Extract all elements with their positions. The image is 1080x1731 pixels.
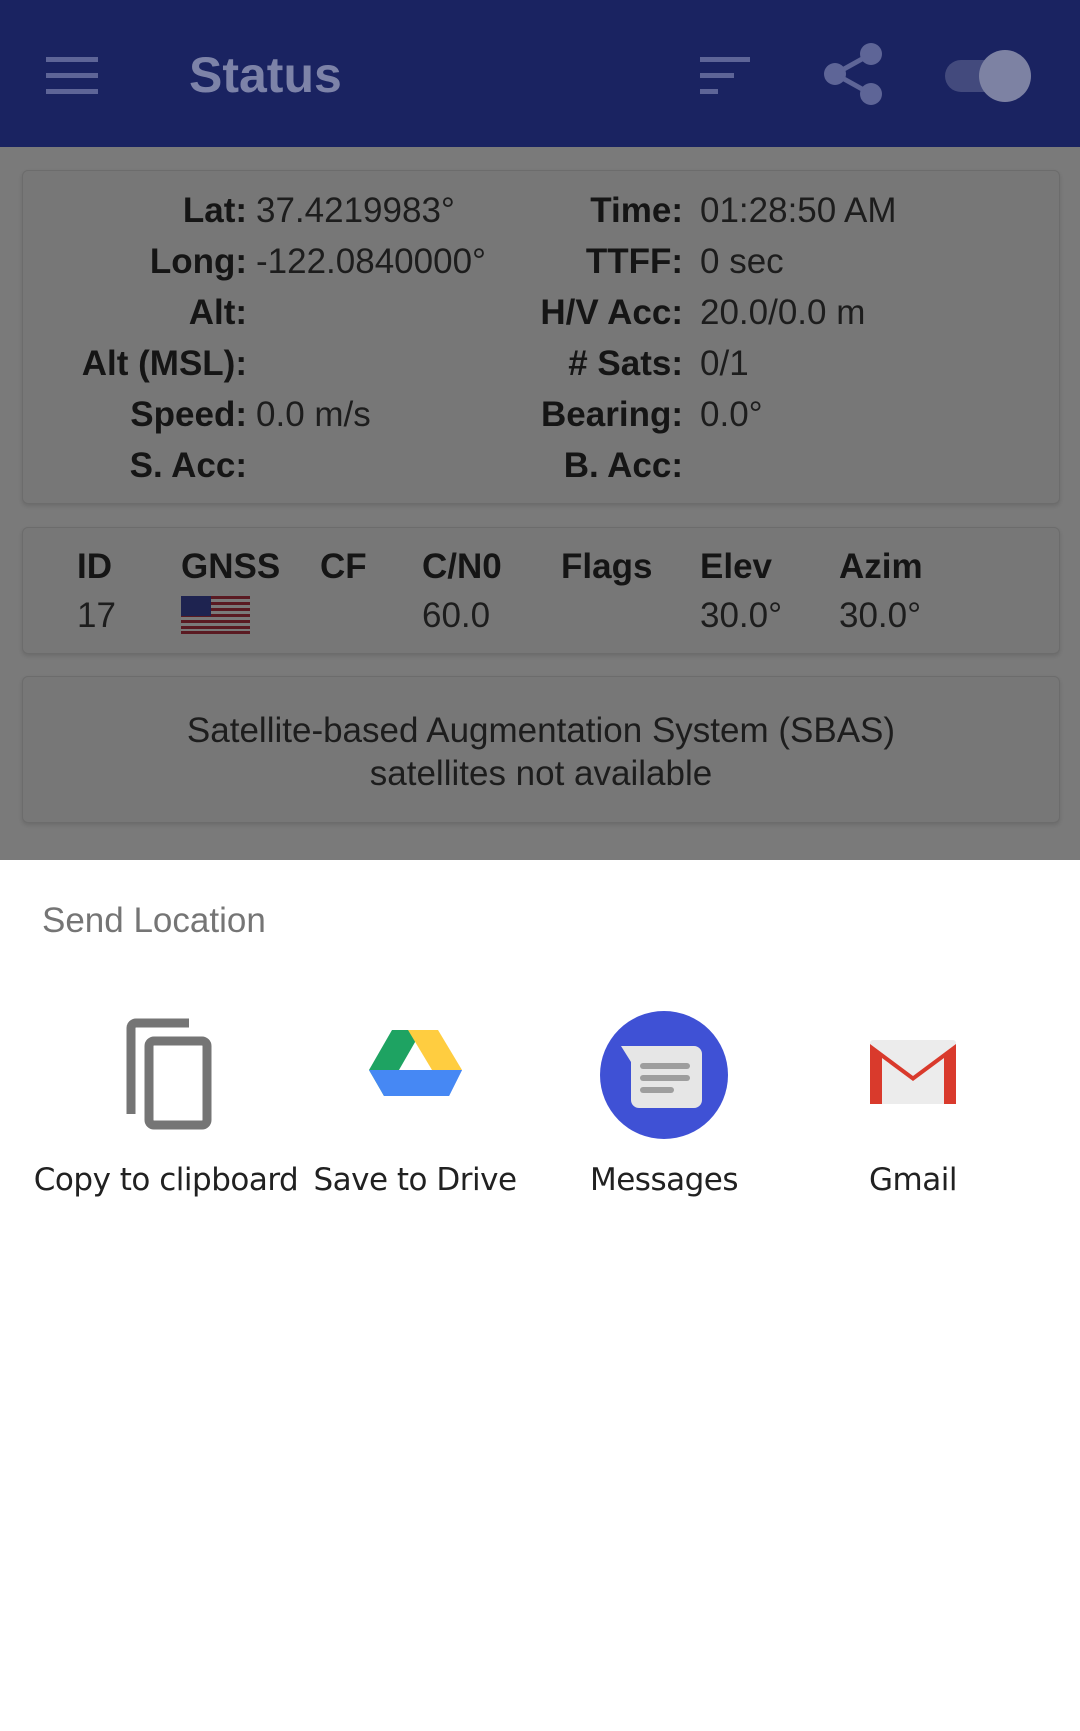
gmail-icon xyxy=(870,1040,956,1104)
toggle-thumb xyxy=(979,50,1031,102)
sats-label: # Sats: xyxy=(568,344,683,383)
share-icon[interactable] xyxy=(822,42,884,106)
us-flag-icon xyxy=(181,596,250,634)
share-target-label: Messages xyxy=(589,1162,739,1198)
speed-value: 0.0 m/s xyxy=(256,395,371,434)
copy-icon xyxy=(126,1018,212,1130)
col-header-cf: CF xyxy=(320,547,367,586)
location-card: Lat: 37.4219983° Time: 01:28:50 AM Long:… xyxy=(22,170,1060,504)
lat-value: 37.4219983° xyxy=(256,191,455,230)
col-header-gnss: GNSS xyxy=(181,547,281,586)
sat-cn0: 60.0 xyxy=(422,596,491,635)
time-label: Time: xyxy=(590,191,683,230)
sat-elev: 30.0° xyxy=(700,596,783,635)
share-target-label: Copy to clipboard xyxy=(33,1162,299,1198)
alt-msl-label: Alt (MSL): xyxy=(81,344,247,383)
col-header-cn0: C/N0 xyxy=(422,547,502,586)
sbas-card: Satellite-based Augmentation System (SBA… xyxy=(22,676,1060,823)
app-bar: Status xyxy=(0,0,1080,147)
sbas-line-2: satellites not available xyxy=(369,754,713,793)
menu-icon[interactable] xyxy=(46,55,100,95)
sort-icon[interactable] xyxy=(700,55,752,95)
sats-value: 0/1 xyxy=(700,344,749,383)
google-drive-icon xyxy=(369,1030,462,1096)
share-target-drive[interactable]: Save to Drive xyxy=(280,1010,550,1230)
speed-acc-label: S. Acc: xyxy=(129,446,247,485)
page-title: Status xyxy=(189,47,342,103)
col-header-azim: Azim xyxy=(839,547,923,586)
ttff-value: 0 sec xyxy=(700,242,784,281)
share-target-gmail[interactable]: Gmail xyxy=(778,1010,1048,1230)
hv-acc-value: 20.0/0.0 m xyxy=(700,293,866,332)
col-header-flags: Flags xyxy=(561,547,653,586)
sheet-title: Send Location xyxy=(42,901,266,940)
share-target-clipboard[interactable]: Copy to clipboard xyxy=(31,1010,301,1230)
col-header-id: ID xyxy=(77,547,112,586)
lat-label: Lat: xyxy=(182,191,247,230)
messages-icon xyxy=(600,1011,728,1139)
sbas-line-1: Satellite-based Augmentation System (SBA… xyxy=(186,711,896,750)
hv-acc-label: H/V Acc: xyxy=(540,293,683,332)
col-header-elev: Elev xyxy=(700,547,772,586)
bearing-acc-label: B. Acc: xyxy=(563,446,683,485)
time-value: 01:28:50 AM xyxy=(700,191,897,230)
share-target-messages[interactable]: Messages xyxy=(529,1010,799,1230)
bearing-value: 0.0° xyxy=(700,395,763,434)
tracking-toggle[interactable] xyxy=(945,48,1033,102)
share-sheet: Send Location Copy to clipboard Save to … xyxy=(0,860,1080,1731)
sat-id: 17 xyxy=(77,596,116,635)
share-target-label: Save to Drive xyxy=(313,1162,517,1198)
bearing-label: Bearing: xyxy=(541,395,683,434)
alt-label: Alt: xyxy=(188,293,247,332)
sat-azim: 30.0° xyxy=(839,596,922,635)
long-value: -122.0840000° xyxy=(256,242,487,281)
share-target-label: Gmail xyxy=(869,1162,957,1198)
long-label: Long: xyxy=(149,242,247,281)
ttff-label: TTFF: xyxy=(585,242,683,281)
sbas-message: Satellite-based Augmentation System (SBA… xyxy=(23,709,1059,795)
satellite-table: ID GNSS CF C/N0 Flags Elev Azim 17 60.0 … xyxy=(22,527,1060,654)
speed-label: Speed: xyxy=(130,395,247,434)
